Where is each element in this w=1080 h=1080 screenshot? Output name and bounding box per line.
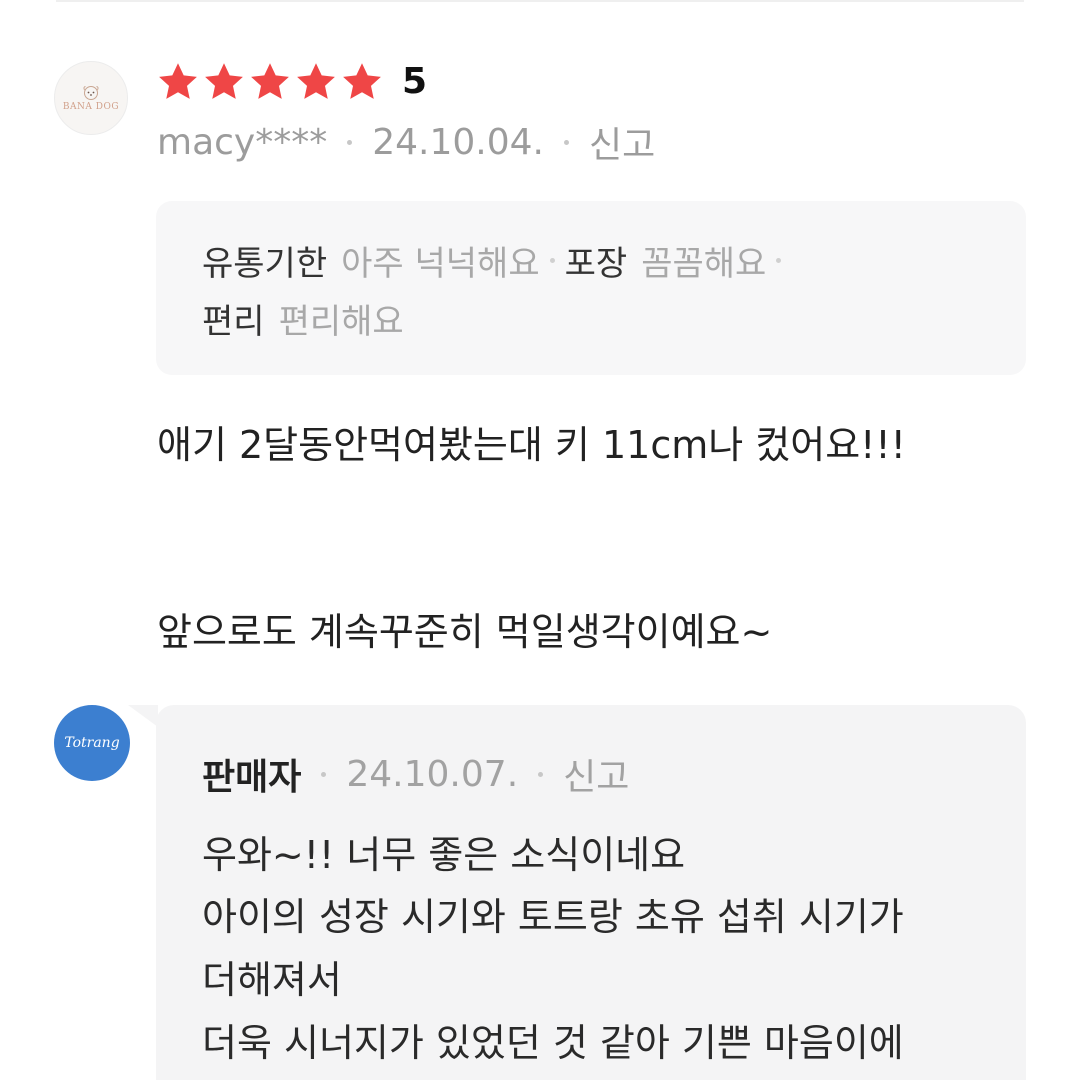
rating-value: 5 bbox=[402, 61, 428, 102]
star-icon bbox=[251, 63, 289, 99]
separator-dot bbox=[538, 771, 544, 777]
attribute-line: 편리 편리해요 bbox=[202, 289, 980, 347]
attribute-line: 유통기한 아주 넉넉해요 포장 꼼꼼해요 bbox=[202, 231, 980, 289]
attribute-key: 편리 bbox=[202, 301, 265, 342]
reply-body-line: 더해져서 bbox=[202, 958, 342, 1002]
dog-face-icon bbox=[83, 86, 99, 100]
reply-body-line: 아이의 성장 시기와 토트랑 초유 섭취 시기가 bbox=[202, 895, 904, 939]
review-page: BANA DOG 5 macy**** 24.10.04. 신고 유통기한 아주… bbox=[0, 0, 1080, 1080]
star-icon bbox=[159, 63, 197, 99]
top-divider bbox=[56, 0, 1024, 2]
star-icon bbox=[297, 63, 335, 99]
attribute-value: 꼼꼼해요 bbox=[641, 243, 767, 284]
reply-body-line: 우와~!! 너무 좋은 소식이네요 bbox=[202, 833, 686, 877]
separator-dot bbox=[321, 771, 327, 777]
separator-dot bbox=[564, 139, 569, 145]
review-body-line: 애기 2달동안먹여봤는대 키 11cm나 컸어요!!! bbox=[157, 423, 906, 467]
review-date: 24.10.04. bbox=[372, 121, 544, 163]
report-button[interactable]: 신고 bbox=[589, 116, 655, 168]
avatar-brand-text: BANA DOG bbox=[62, 102, 120, 112]
review-body-line: 앞으로도 계속꾸준히 먹일생각이예요~ bbox=[157, 610, 773, 654]
review-meta: macy**** 24.10.04. 신고 bbox=[157, 116, 655, 168]
review-author: macy**** bbox=[157, 121, 328, 163]
reply-report-button[interactable]: 신고 bbox=[563, 748, 629, 800]
star-icon bbox=[205, 63, 243, 99]
attribute-key: 포장 bbox=[564, 243, 628, 284]
reply-header: 판매자 24.10.07. 신고 bbox=[202, 748, 629, 800]
star-rating: 5 bbox=[156, 58, 427, 106]
separator-dot bbox=[549, 257, 555, 263]
reviewer-avatar[interactable]: BANA DOG bbox=[54, 61, 128, 135]
review-attribute-box: 유통기한 아주 넉넉해요 포장 꼼꼼해요 편리 편리해요 bbox=[156, 201, 1026, 375]
seller-label: 판매자 bbox=[202, 757, 302, 798]
reply-date: 24.10.07. bbox=[346, 753, 519, 795]
reply-bubble-tail bbox=[128, 705, 158, 727]
reply-body-line: 더욱 시너지가 있었던 것 같아 기쁜 마음이에 bbox=[202, 1021, 904, 1065]
star-icon bbox=[343, 63, 381, 99]
seller-avatar-text: Totrang bbox=[64, 735, 120, 751]
attribute-key: 유통기한 bbox=[202, 243, 328, 284]
separator-dot bbox=[776, 257, 782, 263]
separator-dot bbox=[347, 139, 353, 145]
attribute-value: 편리해요 bbox=[278, 301, 404, 342]
attribute-value: 아주 넉넉해요 bbox=[341, 243, 540, 284]
seller-avatar[interactable]: Totrang bbox=[54, 705, 130, 781]
